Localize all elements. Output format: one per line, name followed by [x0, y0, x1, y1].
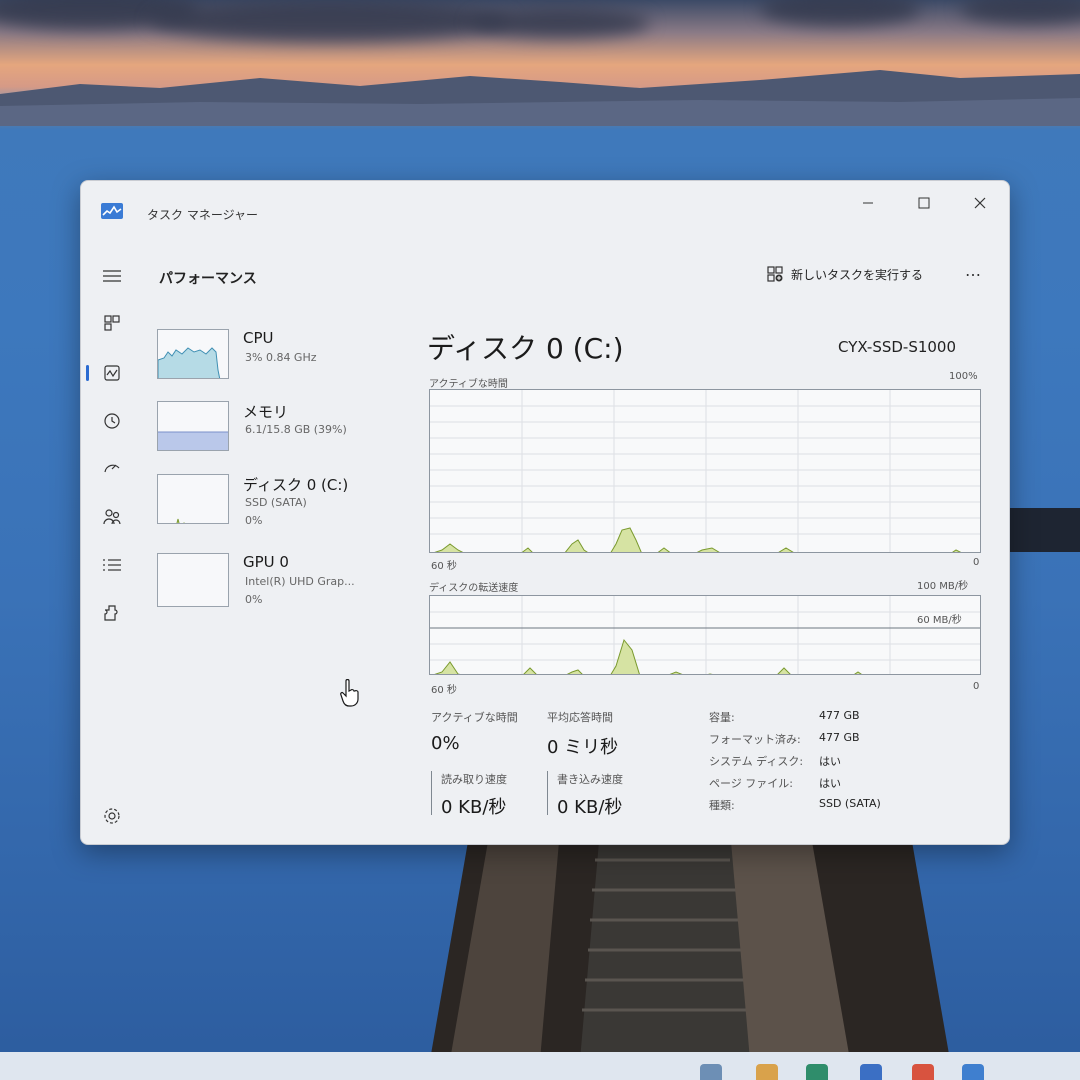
resource-detail: 3% 0.84 GHz — [245, 351, 317, 364]
nav-startup-apps[interactable] — [99, 456, 125, 482]
transfer-rate-graph-label: ディスクの転送速度 — [429, 583, 519, 594]
maximize-icon — [918, 197, 930, 209]
nav-app-history[interactable] — [99, 408, 125, 434]
maximize-button[interactable] — [899, 185, 949, 221]
nav-services[interactable] — [99, 600, 125, 626]
active-time-graph-label: アクティブな時間 — [429, 379, 508, 390]
capacity-value: 477 GB — [819, 709, 860, 722]
capacity-label: 容量: — [709, 711, 735, 724]
write-speed-value: 0 KB/秒 — [557, 797, 623, 818]
close-button[interactable] — [955, 185, 1005, 221]
nav-settings[interactable] — [99, 803, 125, 829]
details-icon — [103, 559, 121, 571]
resource-name: ディスク 0 (C:) — [243, 476, 349, 494]
memory-thumbnail-graph — [157, 401, 229, 451]
active-time-value: 0% — [431, 733, 460, 754]
nav-active-indicator — [86, 365, 89, 381]
read-speed-value: 0 KB/秒 — [441, 797, 507, 818]
taskbar-app-icon[interactable] — [756, 1064, 778, 1080]
page-file-label: ページ ファイル: — [709, 777, 793, 790]
active-time-graph-max: 100% — [949, 371, 978, 382]
active-time-graph-zero: 0 — [973, 557, 980, 568]
type-label: 種類: — [709, 799, 735, 812]
formatted-value: 477 GB — [819, 731, 860, 744]
resource-item-cpu[interactable]: CPU 3% 0.84 GHz — [155, 329, 385, 393]
taskbar-app-icon[interactable] — [700, 1064, 722, 1080]
read-speed-divider — [431, 771, 432, 815]
resource-item-memory[interactable]: メモリ 6.1/15.8 GB (39%) — [155, 401, 385, 465]
rock — [1000, 508, 1080, 552]
page-file-value: はい — [819, 777, 841, 790]
cpu-thumbnail-graph — [157, 329, 229, 379]
transfer-rate-graph-max: 100 MB/秒 — [917, 581, 969, 592]
resource-item-gpu[interactable]: GPU 0 Intel(R) UHD Grap... 0% — [155, 553, 385, 617]
disk-thumbnail-graph — [157, 474, 229, 524]
write-speed-divider — [547, 771, 548, 815]
active-time-label: アクティブな時間 — [431, 711, 518, 724]
transfer-rate-graph-zero: 0 — [973, 681, 980, 692]
read-speed-label: 読み取り速度 — [441, 773, 507, 786]
menu-icon — [103, 270, 121, 282]
close-icon — [974, 197, 986, 209]
minimize-icon — [863, 202, 873, 204]
avg-response-value: 0 ミリ秒 — [547, 737, 619, 758]
services-icon — [104, 605, 118, 621]
task-manager-window: タスク マネージャー パフォーマンス 新しいタスクを実行する … CPU 3% … — [80, 180, 1010, 845]
taskbar-app-icon[interactable] — [912, 1064, 934, 1080]
detail-title: ディスク 0 (C:) — [427, 332, 624, 365]
active-time-graph-span: 60 秒 — [431, 561, 457, 572]
run-new-task-button[interactable]: 新しいタスクを実行する — [767, 263, 923, 285]
resource-name: CPU — [243, 329, 274, 347]
active-time-graph — [429, 389, 981, 553]
gpu-thumbnail-graph — [157, 553, 229, 607]
type-value: SSD (SATA) — [819, 797, 881, 810]
resource-name: メモリ — [243, 403, 289, 421]
window-title: タスク マネージャー — [147, 208, 258, 222]
system-disk-value: はい — [819, 755, 841, 768]
resource-detail: 6.1/15.8 GB (39%) — [245, 423, 347, 436]
hamburger-menu-button[interactable] — [99, 263, 125, 289]
resource-detail: Intel(R) UHD Grap... — [245, 575, 355, 588]
resource-name: GPU 0 — [243, 553, 289, 571]
minimize-button[interactable] — [843, 185, 893, 221]
transfer-rate-graph-span: 60 秒 — [431, 685, 457, 696]
nav-processes[interactable] — [99, 310, 125, 336]
formatted-label: フォーマット済み: — [709, 733, 801, 746]
taskbar-app-icon[interactable] — [860, 1064, 882, 1080]
write-speed-label: 書き込み速度 — [557, 773, 623, 786]
startup-apps-icon — [104, 464, 120, 473]
resource-usage: 0% — [245, 514, 263, 527]
run-new-task-label: 新しいタスクを実行する — [791, 267, 924, 282]
run-task-icon — [767, 266, 783, 282]
transfer-rate-graph-mid: 60 MB/秒 — [917, 615, 962, 626]
more-options-button[interactable]: … — [965, 261, 982, 280]
performance-icon — [104, 365, 120, 381]
resource-item-disk[interactable]: ディスク 0 (C:) SSD (SATA) 0% — [155, 474, 385, 538]
settings-icon — [104, 808, 120, 824]
users-icon — [103, 509, 121, 525]
resource-usage: 0% — [245, 593, 263, 606]
processes-icon — [104, 315, 120, 331]
nav-details[interactable] — [99, 552, 125, 578]
avg-response-label: 平均応答時間 — [547, 711, 613, 724]
resource-detail: SSD (SATA) — [245, 496, 307, 509]
taskbar-app-icon[interactable] — [962, 1064, 984, 1080]
taskbar-app-icon[interactable] — [806, 1064, 828, 1080]
transfer-rate-graph — [429, 595, 981, 675]
device-model: CYX-SSD-S1000 — [838, 338, 957, 356]
nav-performance[interactable] — [99, 360, 125, 386]
hand-cursor-icon — [340, 679, 359, 707]
title-bar[interactable]: タスク マネージャー — [81, 181, 1009, 231]
app-history-icon — [104, 413, 120, 429]
system-disk-label: システム ディスク: — [709, 755, 804, 768]
task-manager-app-icon — [101, 203, 123, 219]
nav-users[interactable] — [99, 504, 125, 530]
page-title: パフォーマンス — [159, 271, 257, 287]
